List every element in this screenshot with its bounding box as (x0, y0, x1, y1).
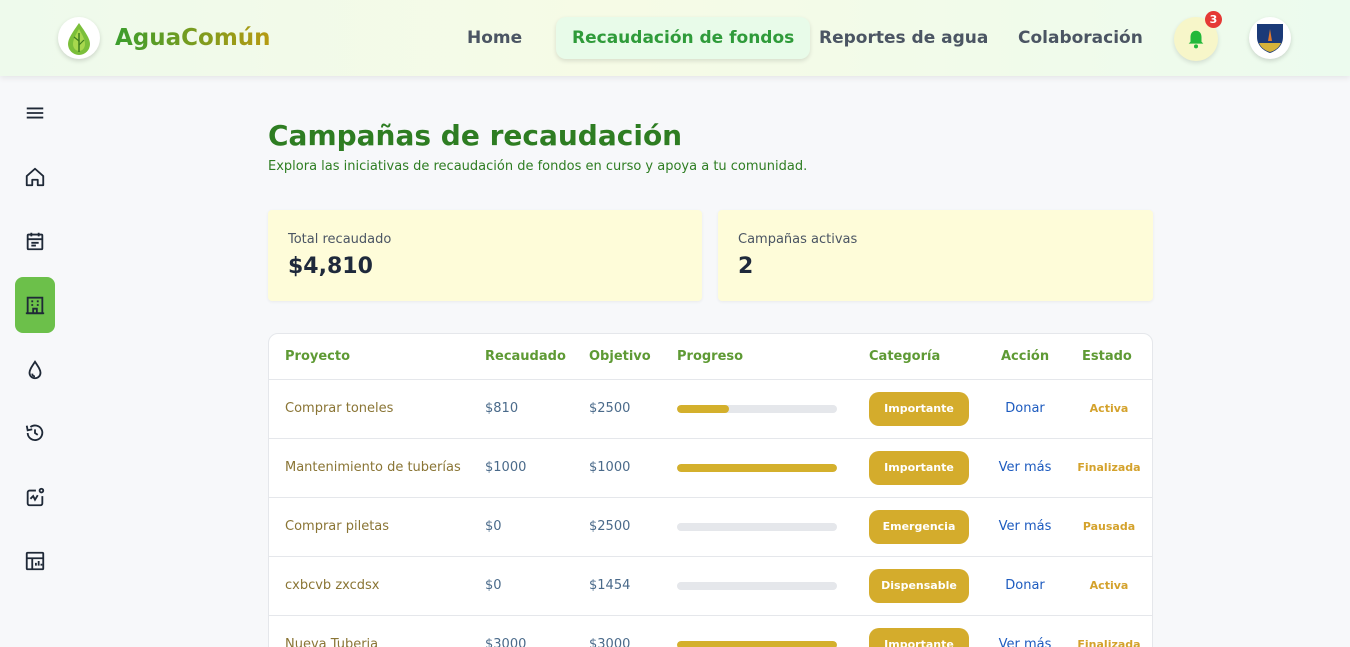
status-label: Activa (1089, 402, 1129, 415)
header-goal: Objetivo (589, 349, 651, 364)
progress-bar (677, 582, 837, 590)
menu-icon (26, 107, 44, 119)
project-name: cxbcvb zxcdsx (285, 578, 380, 593)
sidebar-item-reports[interactable] (15, 541, 55, 581)
raised-amount: $0 (485, 578, 502, 593)
stat-active-value: 2 (738, 254, 754, 279)
category-badge: Emergencia (869, 510, 969, 544)
goal-amount: $3000 (589, 637, 631, 647)
sidebar-item-fundraising[interactable] (15, 277, 55, 333)
stat-active-label: Campañas activas (738, 232, 858, 247)
stat-total-value: $4,810 (288, 254, 373, 279)
donate-link[interactable]: Donar (985, 401, 1065, 416)
user-avatar[interactable] (1249, 17, 1291, 59)
raised-amount: $1000 (485, 460, 527, 475)
category-badge: Importante (869, 451, 969, 485)
stat-card-total: Total recaudado $4,810 (268, 210, 702, 301)
sidebar-item-history[interactable] (15, 413, 55, 453)
app-logo[interactable] (58, 17, 100, 59)
category-badge: Dispensable (869, 569, 969, 603)
header-project: Proyecto (285, 349, 351, 364)
table-row: cxbcvb zxcdsx $0 $1454 Dispensable Donar… (269, 556, 1152, 615)
status-label: Activa (1089, 579, 1129, 592)
activity-icon (26, 487, 45, 507)
history-icon (25, 424, 44, 442)
table-row: Mantenimiento de tuberías $1000 $1000 Im… (269, 438, 1152, 497)
goal-amount: $1454 (589, 578, 631, 593)
home-icon (25, 167, 45, 187)
sidebar-item-water[interactable] (15, 350, 55, 390)
shield-avatar-icon (1257, 24, 1283, 53)
campaigns-table: Proyecto Recaudado Objetivo Progreso Cat… (268, 333, 1153, 647)
see-more-link[interactable]: Ver más (985, 519, 1065, 534)
stat-total-label: Total recaudado (288, 232, 392, 247)
table-row: Nueva Tuberia $3000 $3000 Importante Ver… (269, 615, 1152, 647)
report-icon (25, 551, 45, 571)
goal-amount: $2500 (589, 519, 631, 534)
progress-bar (677, 464, 837, 472)
table-row: Comprar piletas $0 $2500 Emergencia Ver … (269, 497, 1152, 556)
nav-collaboration[interactable]: Colaboración (1002, 17, 1159, 59)
water-drop-icon (28, 360, 42, 380)
bell-icon (1188, 30, 1204, 49)
project-name: Nueva Tuberia (285, 637, 379, 647)
stat-card-active: Campañas activas 2 (718, 210, 1153, 301)
raised-amount: $810 (485, 401, 519, 416)
sidebar-item-activity[interactable] (15, 477, 55, 517)
nav-fundraising[interactable]: Recaudación de fondos (556, 17, 811, 59)
app-name[interactable]: AguaComún (115, 25, 271, 51)
category-badge: Importante (869, 392, 969, 426)
nav-home[interactable]: Home (451, 17, 538, 59)
header-progress: Progreso (677, 349, 744, 364)
leaf-drop-logo-icon (68, 23, 90, 55)
see-more-link[interactable]: Ver más (985, 460, 1065, 475)
calendar-icon (26, 232, 44, 251)
header-category: Categoría (869, 349, 941, 364)
sidebar-item-home[interactable] (15, 157, 55, 197)
progress-fill (677, 641, 837, 647)
page-subtitle: Explora las iniciativas de recaudación d… (268, 159, 808, 174)
table-row: Comprar toneles $810 $2500 Importante Do… (269, 379, 1152, 438)
see-more-link[interactable]: Ver más (985, 637, 1065, 647)
sidebar-item-calendar[interactable] (15, 221, 55, 261)
header-action: Acción (1001, 349, 1050, 364)
top-header: AguaComún Home Recaudación de fondos Rep… (0, 0, 1350, 76)
progress-bar (677, 641, 837, 647)
category-badge: Importante (869, 628, 969, 647)
donate-link[interactable]: Donar (985, 578, 1065, 593)
nav-water-reports[interactable]: Reportes de agua (803, 17, 1004, 59)
project-name: Comprar toneles (285, 401, 394, 416)
building-icon (25, 296, 45, 315)
project-name: Mantenimiento de tuberías (285, 460, 461, 475)
header-status: Estado (1082, 349, 1132, 364)
sidebar-item-menu[interactable] (15, 93, 55, 133)
progress-fill (677, 464, 837, 472)
progress-bar (677, 523, 837, 531)
page-title: Campañas de recaudación (268, 119, 683, 152)
status-label: Pausada (1082, 520, 1136, 533)
raised-amount: $0 (485, 519, 502, 534)
project-name: Comprar piletas (285, 519, 390, 534)
status-label: Finalizada (1077, 461, 1141, 474)
progress-fill (677, 405, 729, 413)
progress-bar (677, 405, 837, 413)
status-label: Finalizada (1077, 638, 1141, 647)
raised-amount: $3000 (485, 637, 527, 647)
goal-amount: $2500 (589, 401, 631, 416)
goal-amount: $1000 (589, 460, 631, 475)
notification-badge: 3 (1205, 11, 1222, 28)
header-raised: Recaudado (485, 349, 566, 364)
